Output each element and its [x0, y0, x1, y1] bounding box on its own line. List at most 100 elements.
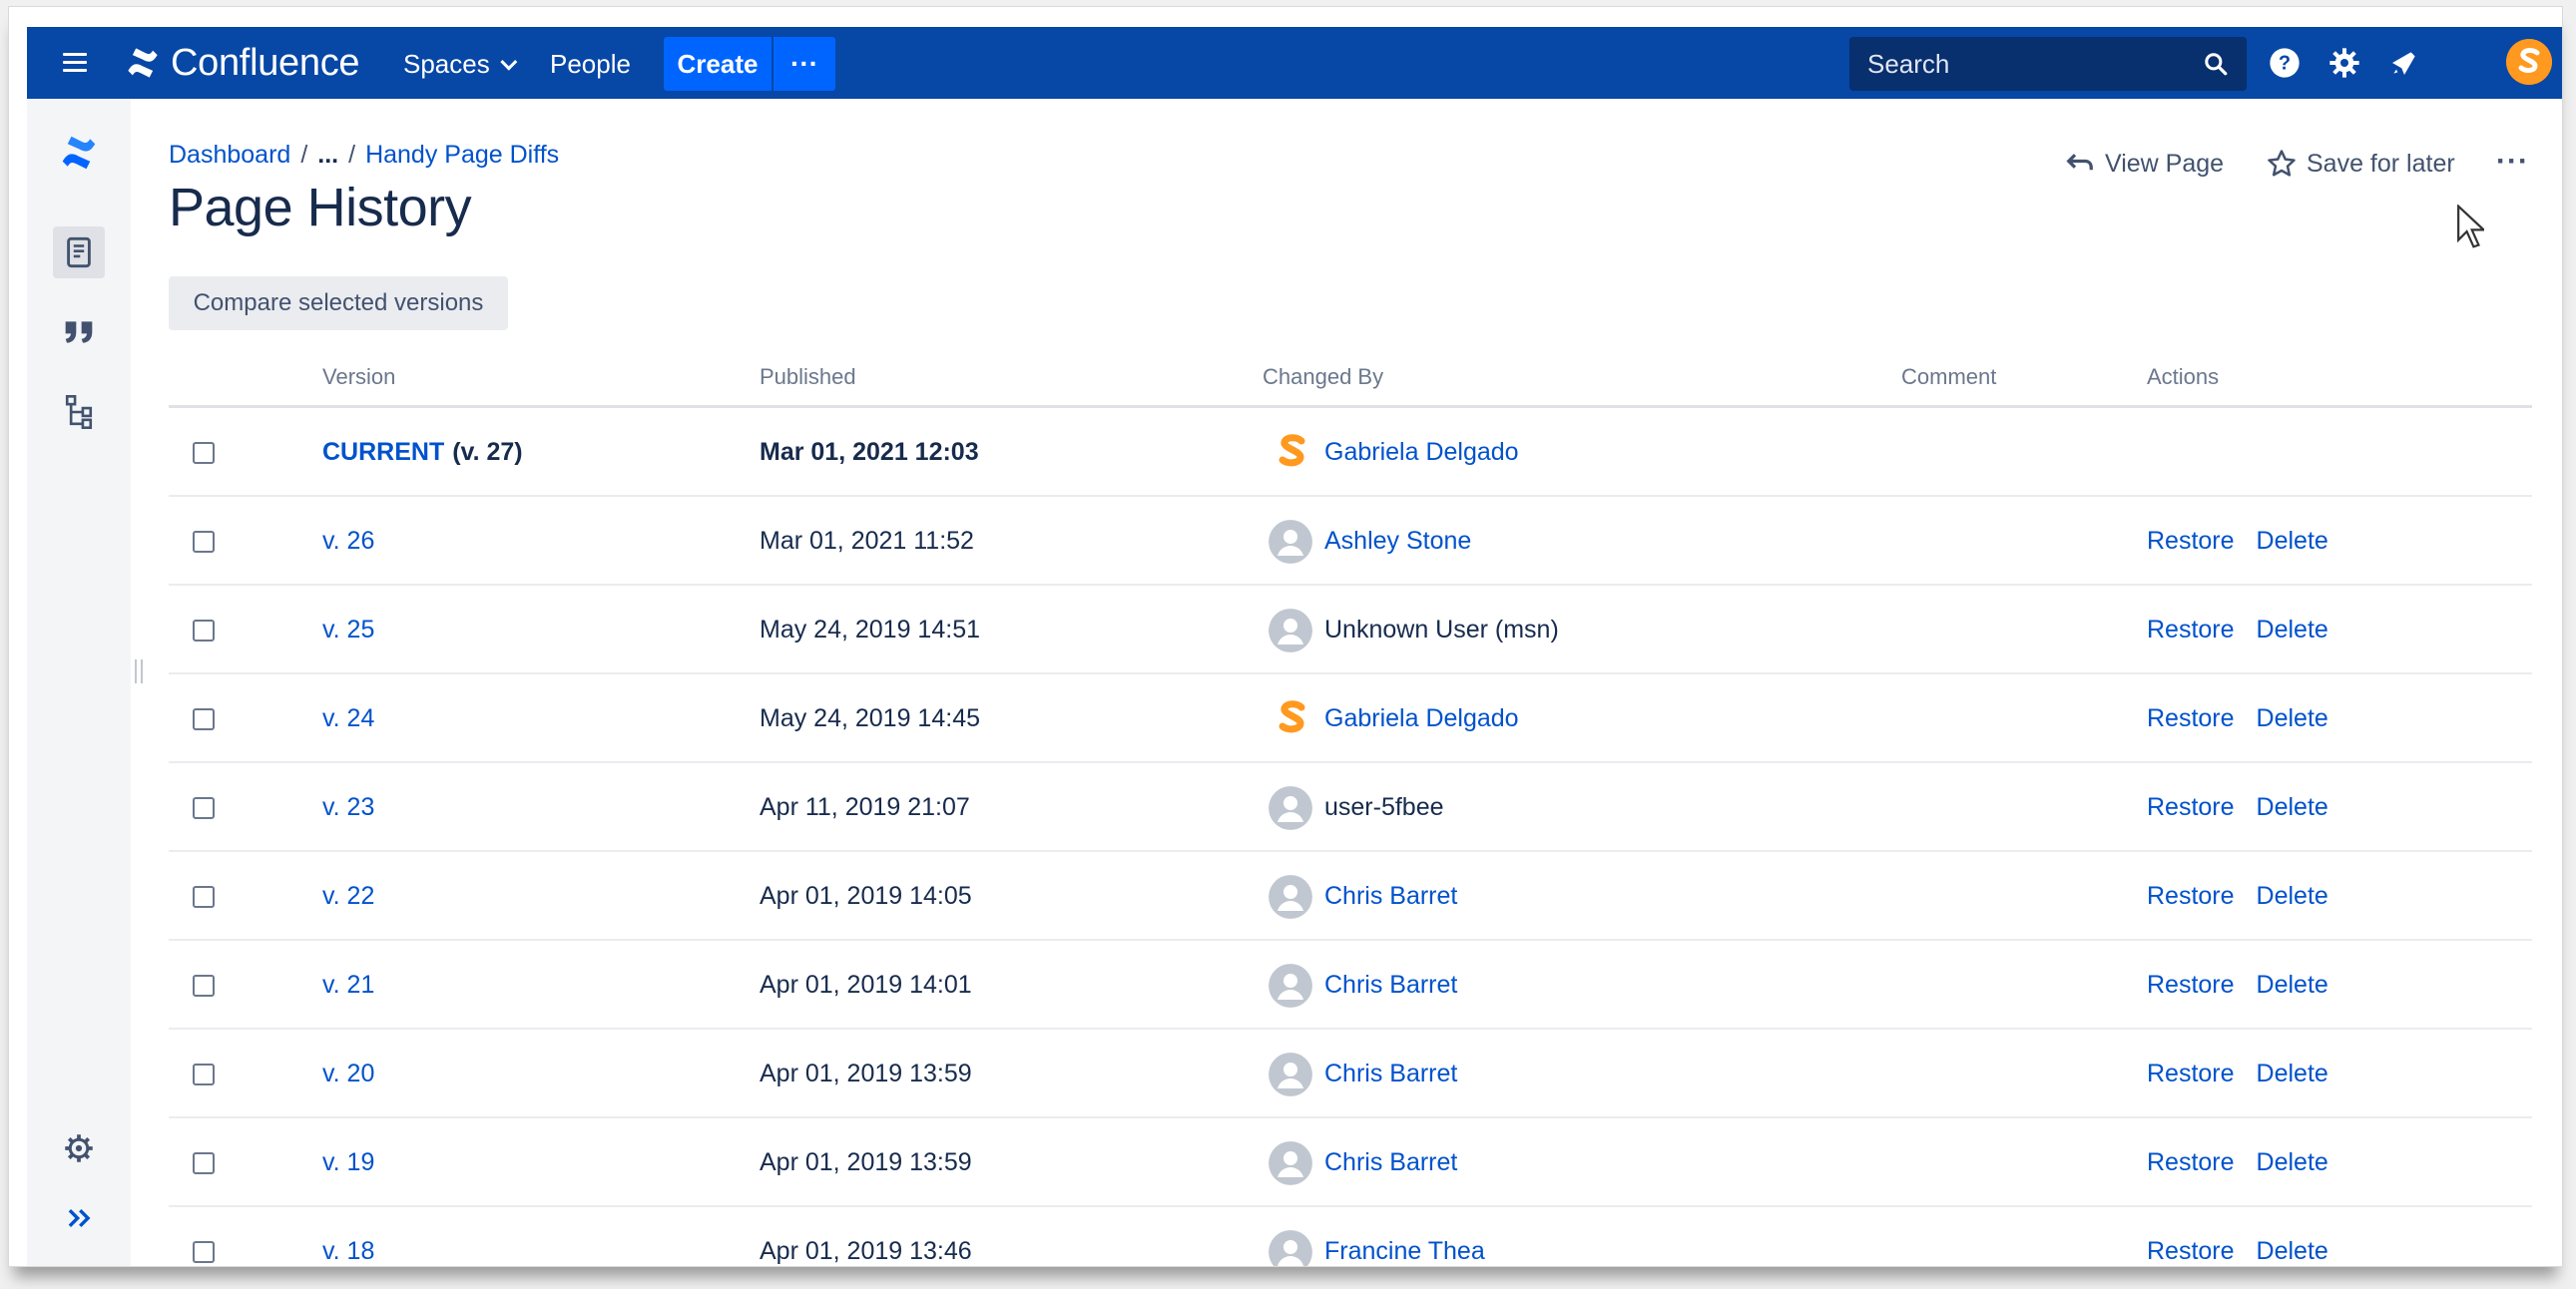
double-chevron-right-icon	[68, 1209, 91, 1227]
delete-link[interactable]: Delete	[2257, 971, 2328, 1000]
actions-cell: Restore Delete	[2147, 941, 2350, 1030]
version-link[interactable]: v. 18	[322, 1237, 374, 1266]
delete-link[interactable]: Delete	[2257, 1148, 2328, 1177]
version-checkbox[interactable]	[193, 974, 215, 997]
version-link[interactable]: v. 22	[322, 882, 374, 911]
version-checkbox[interactable]	[193, 1240, 215, 1263]
version-checkbox[interactable]	[193, 441, 215, 464]
help-icon[interactable]: ?	[2269, 47, 2301, 79]
spaces-menu[interactable]: Spaces	[403, 49, 518, 80]
star-icon	[2268, 150, 2296, 177]
version-checkbox[interactable]	[193, 530, 215, 553]
version-link[interactable]: v. 21	[322, 971, 374, 1000]
select-cell	[193, 941, 215, 1030]
app-window: Confluence Spaces People Create ··· ?	[8, 6, 2563, 1267]
user-avatar[interactable]	[1269, 1052, 1312, 1096]
restore-link[interactable]: Restore	[2147, 882, 2235, 911]
people-link[interactable]: People	[550, 49, 631, 80]
restore-link[interactable]: Restore	[2147, 527, 2235, 556]
user-name: Unknown User (msn)	[1324, 616, 1559, 644]
pages-nav-item[interactable]	[53, 226, 105, 278]
user-avatar[interactable]	[1269, 1140, 1312, 1185]
version-link[interactable]: v. 25	[322, 616, 374, 644]
search-icon[interactable]	[2203, 51, 2229, 77]
version-link[interactable]: v. 19	[322, 1148, 374, 1177]
restore-link[interactable]: Restore	[2147, 1148, 2235, 1177]
select-cell	[193, 1207, 215, 1266]
notifications-megaphone-icon[interactable]	[2388, 47, 2420, 79]
restore-link[interactable]: Restore	[2147, 793, 2235, 822]
settings-gear-icon[interactable]	[2328, 47, 2360, 79]
save-for-later-button[interactable]: Save for later	[2267, 149, 2455, 179]
quote-icon	[65, 321, 93, 343]
user-name[interactable]: Chris Barret	[1324, 971, 1457, 1000]
breadcrumb-separator: /	[348, 141, 356, 169]
delete-link[interactable]: Delete	[2257, 1237, 2328, 1266]
changed-by-cell: Francine Thea	[1269, 1207, 1485, 1266]
version-link[interactable]: v. 20	[322, 1060, 374, 1088]
version-checkbox[interactable]	[193, 619, 215, 642]
page-tree-nav-item[interactable]	[53, 386, 105, 438]
actions-cell: Restore Delete	[2147, 852, 2350, 941]
delete-link[interactable]: Delete	[2257, 616, 2328, 644]
blog-nav-item[interactable]	[53, 306, 105, 358]
create-more-button[interactable]: ···	[773, 37, 835, 91]
more-actions-button[interactable]: ···	[2496, 145, 2529, 179]
user-name[interactable]: Francine Thea	[1324, 1237, 1485, 1266]
actions-cell: Restore Delete	[2147, 763, 2350, 852]
published-date: Apr 01, 2019 13:59	[760, 1060, 972, 1087]
user-name[interactable]: Chris Barret	[1324, 1060, 1457, 1088]
breadcrumb-page[interactable]: Handy Page Diffs	[365, 141, 559, 170]
restore-link[interactable]: Restore	[2147, 1237, 2235, 1266]
user-avatar[interactable]	[1269, 519, 1312, 564]
user-avatar[interactable]	[1269, 1229, 1312, 1266]
version-checkbox[interactable]	[193, 1151, 215, 1174]
delete-link[interactable]: Delete	[2257, 882, 2328, 911]
user-avatar[interactable]	[1269, 431, 1312, 475]
compare-versions-button[interactable]: Compare selected versions	[169, 276, 508, 330]
breadcrumb-dashboard[interactable]: Dashboard	[169, 141, 290, 170]
default-avatar-icon	[1269, 608, 1312, 652]
restore-link[interactable]: Restore	[2147, 704, 2235, 733]
user-avatar[interactable]	[1269, 697, 1312, 741]
delete-link[interactable]: Delete	[2257, 704, 2328, 733]
version-checkbox[interactable]	[193, 885, 215, 908]
search-box[interactable]	[1849, 37, 2247, 91]
version-checkbox[interactable]	[193, 707, 215, 730]
select-cell	[193, 408, 215, 497]
user-avatar[interactable]	[1269, 963, 1312, 1008]
version-link[interactable]: CURRENT	[322, 438, 444, 467]
sidebar-resize-handle[interactable]	[135, 659, 143, 683]
user-name[interactable]: Gabriela Delgado	[1324, 704, 1519, 733]
user-name[interactable]: Gabriela Delgado	[1324, 438, 1519, 467]
restore-link[interactable]: Restore	[2147, 1060, 2235, 1088]
view-page-button[interactable]: View Page	[2065, 149, 2224, 179]
restore-link[interactable]: Restore	[2147, 971, 2235, 1000]
user-avatar[interactable]	[2506, 39, 2552, 85]
user-name[interactable]: Chris Barret	[1324, 1148, 1457, 1177]
version-link[interactable]: v. 23	[322, 793, 374, 822]
space-logo[interactable]	[53, 127, 105, 179]
restore-link[interactable]: Restore	[2147, 616, 2235, 644]
confluence-logo-link[interactable]: Confluence	[125, 41, 360, 85]
table-row: v. 25 May 24, 2019 14:51 Unknown User (msn…	[169, 586, 2532, 674]
user-name[interactable]: Chris Barret	[1324, 882, 1457, 911]
create-button[interactable]: Create	[664, 37, 772, 91]
hamburger-menu-icon[interactable]	[63, 53, 87, 73]
default-avatar-icon	[1269, 519, 1312, 564]
delete-link[interactable]: Delete	[2257, 793, 2328, 822]
search-input[interactable]	[1867, 48, 2203, 80]
breadcrumb-ellipsis[interactable]: ...	[317, 141, 338, 170]
version-cell: v. 25	[322, 586, 374, 674]
delete-link[interactable]: Delete	[2257, 527, 2328, 556]
delete-link[interactable]: Delete	[2257, 1060, 2328, 1088]
expand-sidebar-button[interactable]	[53, 1192, 105, 1244]
user-avatar[interactable]	[1269, 874, 1312, 919]
version-checkbox[interactable]	[193, 1063, 215, 1085]
space-settings-nav-item[interactable]	[53, 1122, 105, 1174]
breadcrumb: Dashboard / ... / Handy Page Diffs	[169, 141, 559, 170]
user-name[interactable]: Ashley Stone	[1324, 527, 1471, 556]
version-link[interactable]: v. 26	[322, 527, 374, 556]
version-checkbox[interactable]	[193, 796, 215, 819]
version-link[interactable]: v. 24	[322, 704, 374, 733]
